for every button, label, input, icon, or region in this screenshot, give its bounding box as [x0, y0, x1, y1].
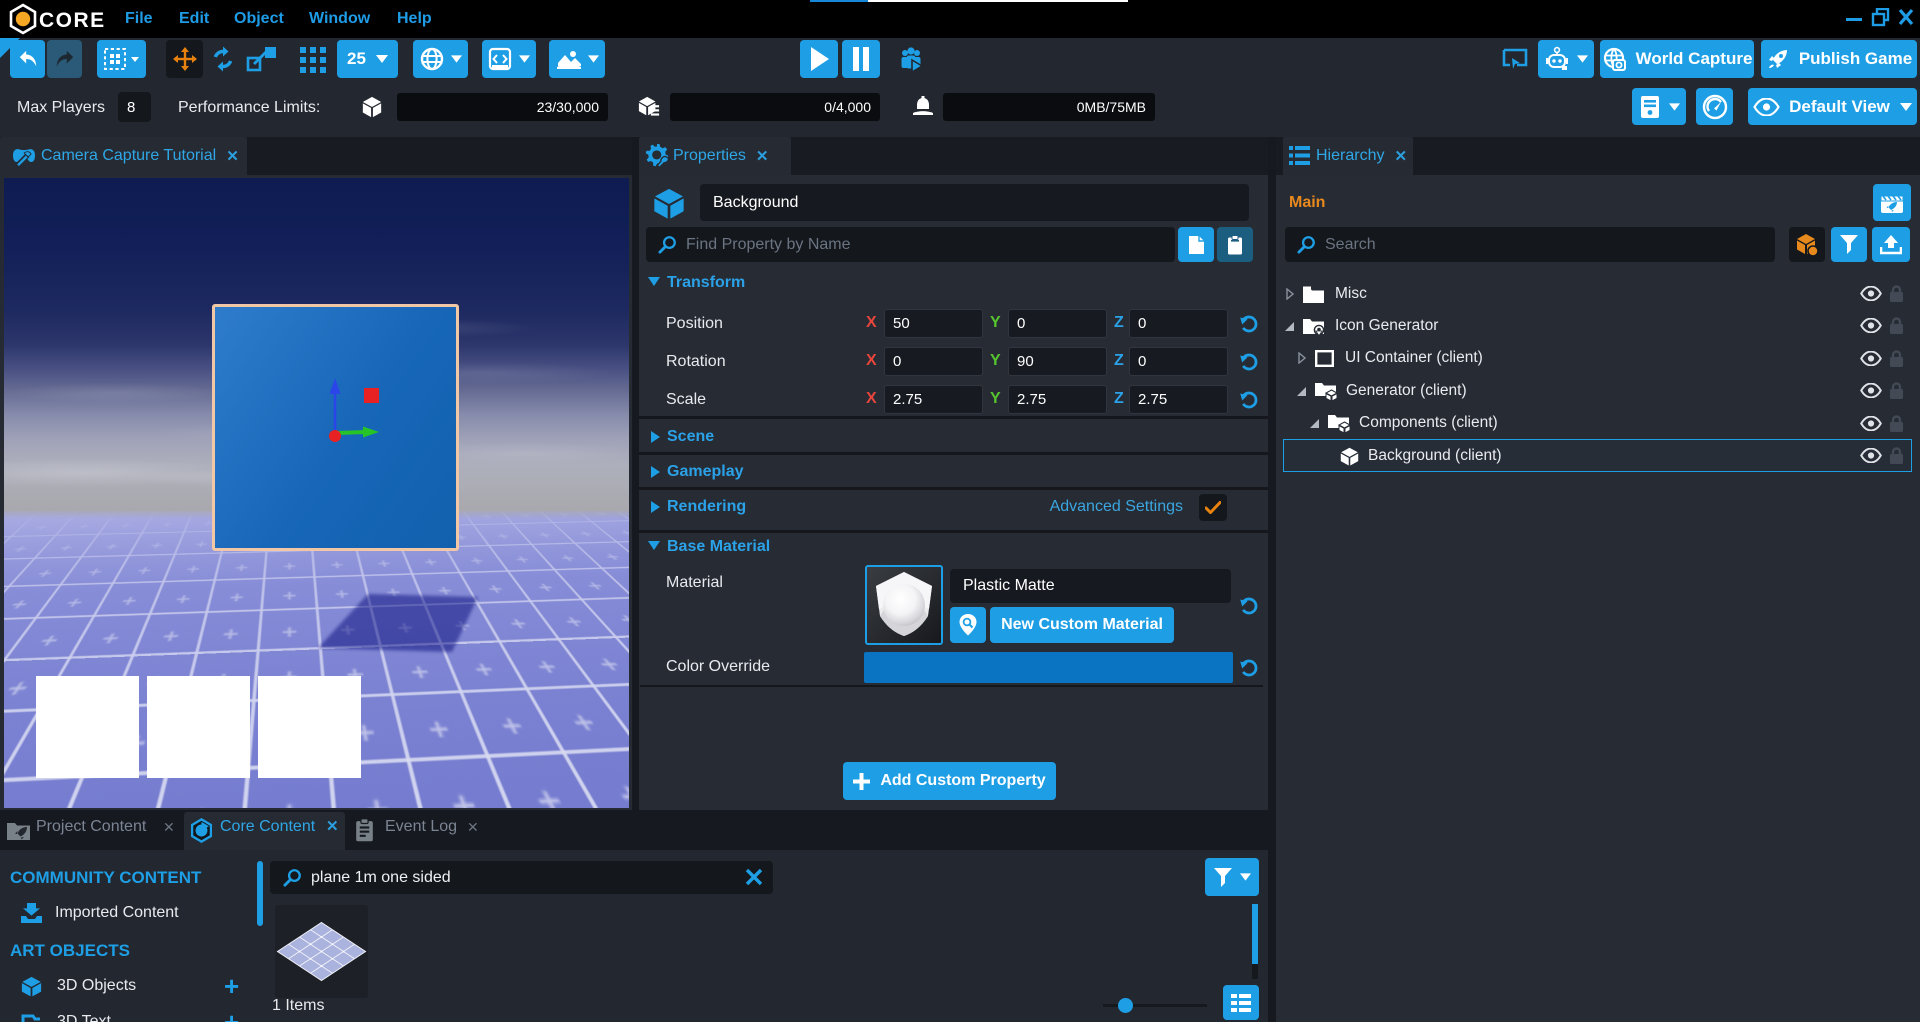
- svg-text:CORE: CORE: [39, 9, 106, 32]
